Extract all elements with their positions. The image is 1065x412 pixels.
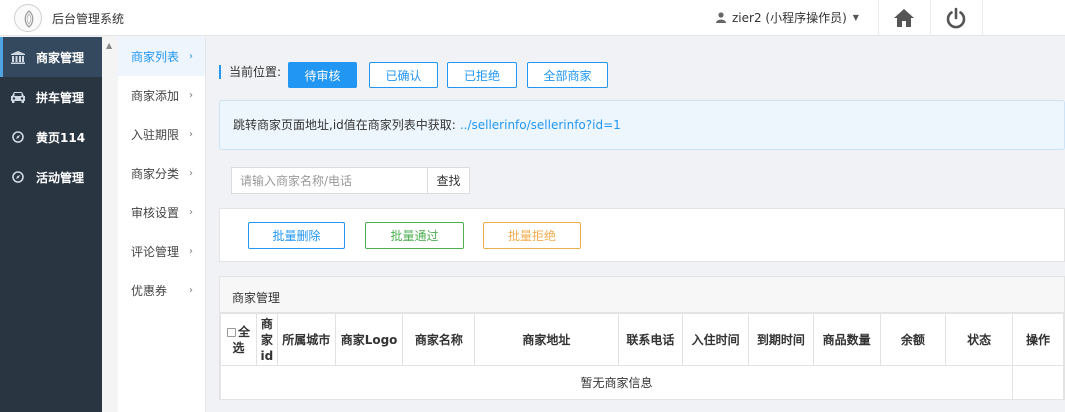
submenu-item-coupons[interactable]: 优惠券 › [118,271,205,310]
column-header: 状态 [945,313,1014,366]
empty-state-text: 暂无商家信息 [219,365,1014,400]
sidebar-item-label: 拼车管理 [36,90,85,105]
submenu-item-merchant-add[interactable]: 商家添加 › [118,76,205,115]
column-header: 操作 [1012,313,1064,366]
notice-box: 跳转商家页面地址,id值在商家列表中获取: ../sellerinfo/selle… [219,100,1065,150]
user-menu[interactable]: zier2 (小程序操作员) ▼ [716,9,859,26]
column-header: 所属城市 [276,313,336,366]
submenu-item-label: 商家分类 [131,167,180,181]
table-cell [1012,365,1064,400]
chevron-right-icon: › [189,207,193,218]
filter-confirmed-button[interactable]: 已确认 [369,62,438,88]
column-header: 到期时间 [748,313,814,366]
submenu-item-term[interactable]: 入驻期限 › [118,115,205,154]
filter-rejected-button[interactable]: 已拒绝 [447,62,517,88]
compass-icon [10,169,26,185]
submenu-item-merchant-list[interactable]: 商家列表 › [118,37,205,76]
home-icon[interactable] [892,6,916,30]
submenu-item-label: 商家列表 [131,50,180,64]
caret-down-icon: ▼ [852,13,859,22]
merchant-table-panel: 商家管理 全选 商家id 所属城市 商家Logo 商家名称 商家地址 联系电话 … [219,276,1065,400]
chevron-right-icon: › [189,51,193,62]
sidebar-scrollbar[interactable]: ▲ [102,37,118,412]
header-divider [878,0,879,36]
power-icon[interactable] [944,6,968,30]
notice-link[interactable]: ../sellerinfo/sellerinfo?id=1 [460,118,621,132]
column-header: 商家id [255,313,278,366]
submenu-item-label: 商家添加 [131,89,180,103]
sidebar-item-merchant[interactable]: 商家管理 [0,37,102,77]
header-divider [982,0,983,36]
sidebar-item-label: 商家管理 [36,50,85,65]
batch-approve-button[interactable]: 批量通过 [365,222,464,249]
table-row: 暂无商家信息 [219,365,1064,400]
filter-all-button[interactable]: 全部商家 [527,62,608,88]
select-all-header[interactable]: 全选 [220,313,257,366]
logo-icon [14,4,42,32]
table-title: 商家管理 [220,277,1064,313]
column-header: 入住时间 [682,313,750,366]
batch-delete-button[interactable]: 批量删除 [248,222,345,249]
submenu-item-label: 优惠券 [131,284,168,298]
compass-icon [10,129,26,145]
sidebar-item-yellowpages[interactable]: 黄页114 [0,117,102,157]
chevron-right-icon: › [189,168,193,179]
select-all-checkbox[interactable] [226,327,236,337]
app-title: 后台管理系统 [52,12,125,26]
submenu-item-category[interactable]: 商家分类 › [118,154,205,193]
chevron-right-icon: › [189,285,193,296]
submenu-item-comments[interactable]: 评论管理 › [118,232,205,271]
sidebar-item-activity[interactable]: 活动管理 [0,157,102,197]
search-button[interactable]: 查找 [427,167,470,194]
table-header-row: 全选 商家id 所属城市 商家Logo 商家名称 商家地址 联系电话 入住时间 … [220,313,1064,366]
chevron-right-icon: › [189,246,193,257]
scroll-up-icon[interactable]: ▲ [106,41,112,50]
column-header: 余额 [879,313,947,366]
column-header: 商品数量 [812,313,881,366]
submenu-item-label: 审核设置 [131,206,180,220]
car-icon [10,89,26,105]
column-header: 联系电话 [617,313,684,366]
submenu-item-label: 入驻期限 [131,128,180,142]
column-header: 商家名称 [402,313,476,366]
sidebar-item-label: 黄页114 [36,130,86,145]
submenu-item-label: 评论管理 [131,245,180,259]
chevron-right-icon: › [189,90,193,101]
user-icon [716,12,726,23]
column-header: 商家地址 [474,313,619,366]
top-header: 后台管理系统 zier2 (小程序操作员) ▼ [0,0,1065,36]
breadcrumb: 当前位置: [219,65,281,79]
sidebar-item-label: 活动管理 [36,170,85,185]
batch-reject-button[interactable]: 批量拒绝 [483,222,581,249]
column-header: 商家Logo [334,313,404,366]
search-input[interactable] [231,167,427,194]
main-content: 当前位置: 待审核 已确认 已拒绝 全部商家 跳转商家页面地址,id值在商家列表… [207,37,1065,412]
submenu-item-review-settings[interactable]: 审核设置 › [118,193,205,232]
notice-text: 跳转商家页面地址,id值在商家列表中获取: [233,118,456,132]
header-divider [930,0,931,36]
main-sidebar: 商家管理 拼车管理 黄页114 活动管理 [0,37,102,412]
filter-pending-button[interactable]: 待审核 [288,62,357,88]
user-label: zier2 (小程序操作员) [732,11,847,25]
chevron-right-icon: › [189,129,193,140]
merchant-table: 全选 商家id 所属城市 商家Logo 商家名称 商家地址 联系电话 入住时间 … [219,313,1064,400]
batch-actions-panel: 批量删除 批量通过 批量拒绝 [219,208,1065,262]
sub-menu: 商家列表 › 商家添加 › 入驻期限 › 商家分类 › 审核设置 › 评论管理 … [118,37,206,412]
bank-icon [10,49,26,65]
sidebar-item-carpool[interactable]: 拼车管理 [0,77,102,117]
